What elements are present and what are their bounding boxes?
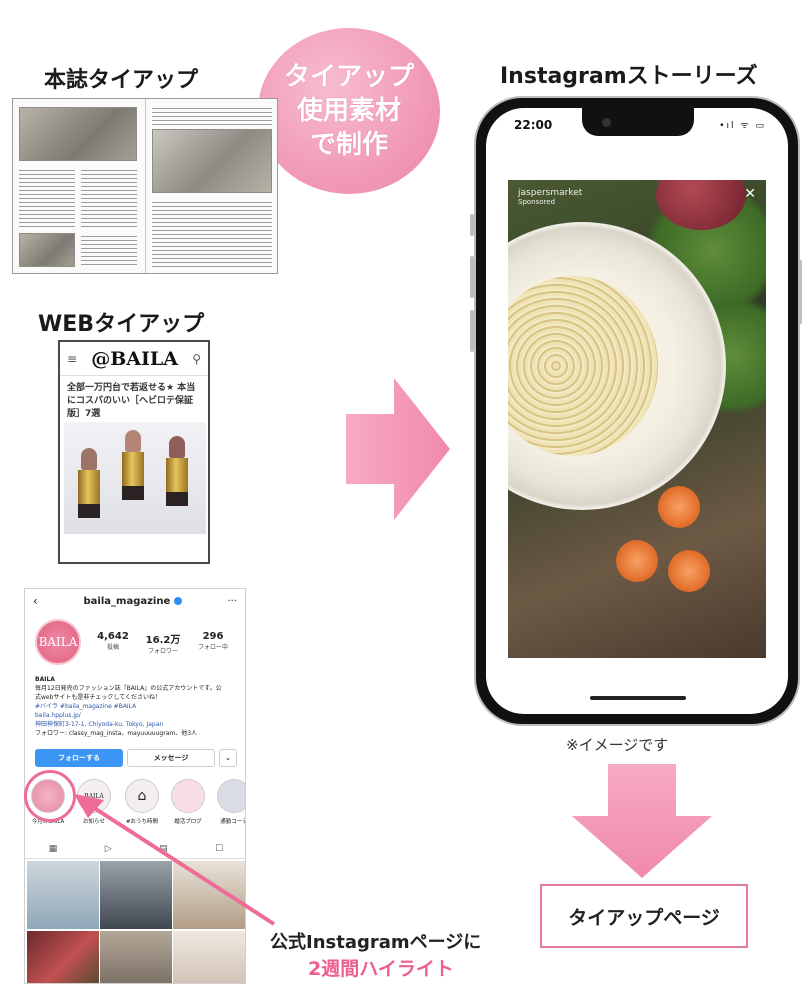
follow-button: フォローする bbox=[35, 749, 123, 767]
bio-address: 神田神保町3-17-1, Chiyoda-ku, Tokyo, Japan bbox=[35, 721, 164, 728]
sponsor-name: jaspersmarket bbox=[518, 188, 583, 198]
circle-line-1: タイアップ bbox=[283, 62, 414, 92]
bio-link: baila.hpplus.jp/ bbox=[35, 712, 81, 719]
caption-line-2: 2週間ハイライト bbox=[308, 958, 454, 980]
smartphone-mockup: 22:00 •ıl ᯤ ▭ jaspersmarket Sponsored ✕ bbox=[474, 96, 800, 726]
pointer-arrow bbox=[74, 794, 276, 926]
carrot-slice bbox=[668, 550, 710, 592]
status-icons: •ıl ᯤ ▭ bbox=[719, 121, 766, 131]
close-icon: ✕ bbox=[744, 186, 756, 202]
magazine-text-block bbox=[19, 167, 75, 227]
message-button: メッセージ bbox=[127, 749, 215, 767]
sponsor-label: Sponsored bbox=[518, 198, 556, 206]
tieup-page-box: タイアップページ bbox=[540, 884, 748, 948]
grid-icon: ▦ bbox=[48, 843, 58, 854]
home-indicator bbox=[590, 696, 686, 700]
magazine-text-block bbox=[81, 233, 137, 267]
lipstick bbox=[166, 436, 188, 506]
back-icon: ‹ bbox=[33, 594, 38, 608]
stat-followers: 16.2万 フォロワー bbox=[145, 635, 181, 655]
image-note: ※イメージです bbox=[566, 736, 669, 754]
circle-line-2: 使用素材 bbox=[296, 96, 401, 126]
lipstick-image bbox=[64, 422, 206, 534]
bio-line: 毎月12日発売のファッション誌『BAILA』の公式アカウントです。公 bbox=[35, 685, 222, 692]
carrot-slice bbox=[658, 486, 700, 528]
bio-followers-note: フォロワー: classy_mag_insta、mayuuuuugram、他3人 bbox=[35, 730, 198, 737]
verified-icon bbox=[173, 596, 182, 605]
story-ad-image: jaspersmarket Sponsored ✕ bbox=[508, 180, 766, 658]
profile-bio: BAILA 毎月12日発売のファッション誌『BAILA』の公式アカウントです。公… bbox=[35, 675, 241, 738]
search-icon: ⚲ bbox=[192, 351, 201, 366]
magazine-photo bbox=[19, 107, 137, 161]
magazine-photo bbox=[19, 233, 75, 267]
circle-line-3: で制作 bbox=[309, 130, 388, 160]
baila-logo: @BAILA bbox=[91, 347, 179, 370]
materials-circle-badge: タイアップ 使用素材 で制作 bbox=[258, 28, 440, 194]
stat-posts: 4,642 投稿 bbox=[97, 631, 129, 651]
magazine-spread-image bbox=[12, 98, 278, 274]
post-thumbnail bbox=[100, 931, 172, 983]
magazine-text-block bbox=[151, 105, 272, 125]
status-time: 22:00 bbox=[514, 118, 553, 132]
magazine-left-page bbox=[13, 99, 146, 273]
story-sponsor: jaspersmarket Sponsored bbox=[518, 188, 582, 206]
magazine-photo bbox=[151, 129, 272, 193]
lipstick bbox=[78, 448, 100, 518]
magazine-right-page bbox=[145, 99, 277, 273]
menu-icon: ≡ bbox=[67, 351, 78, 366]
web-article-title: 全部一万円台で若返せる★ 本当にコスパのいい［ヘビロテ保証版］7選 bbox=[67, 383, 196, 419]
magazine-text-block bbox=[151, 199, 272, 267]
avatar: BAILA bbox=[35, 619, 81, 665]
profile-handle: baila_magazine bbox=[84, 596, 182, 607]
more-icon: ··· bbox=[227, 595, 237, 607]
web-header-bar: ≡ @BAILA ⚲ bbox=[60, 342, 208, 376]
down-arrow-icon bbox=[572, 764, 712, 878]
phone-notch bbox=[582, 108, 694, 136]
web-tieup-heading: WEBタイアップ bbox=[38, 312, 205, 337]
bio-hashtags: #バイラ #baila_magazine #BAILA bbox=[35, 703, 137, 710]
camera-icon bbox=[602, 118, 611, 127]
instagram-stories-heading: Instagramストーリーズ bbox=[500, 64, 758, 89]
lipstick bbox=[122, 430, 144, 500]
post-thumbnail bbox=[173, 931, 245, 983]
caption-line-1: 公式Instagramページに bbox=[270, 932, 482, 953]
post-thumbnail bbox=[27, 931, 99, 983]
chevron-down-icon: ⌄ bbox=[219, 749, 237, 767]
carrot-slice bbox=[616, 540, 658, 582]
magazine-tieup-heading: 本誌タイアップ bbox=[44, 68, 199, 93]
stat-following: 296 フォロー中 bbox=[197, 631, 228, 651]
phone-screen: 22:00 •ıl ᯤ ▭ jaspersmarket Sponsored ✕ bbox=[486, 108, 788, 714]
bio-name: BAILA bbox=[35, 676, 55, 683]
magazine-text-block bbox=[81, 167, 137, 227]
right-arrow-icon bbox=[346, 378, 450, 520]
profile-header: ‹ baila_magazine ··· bbox=[25, 589, 245, 613]
web-article-screenshot: ≡ @BAILA ⚲ 全部一万円台で若返せる★ 本当にコスパのいい［ヘビロテ保証… bbox=[58, 340, 210, 564]
bio-line: 式webサイトも是非チェックしてくださいね！ bbox=[35, 694, 162, 701]
